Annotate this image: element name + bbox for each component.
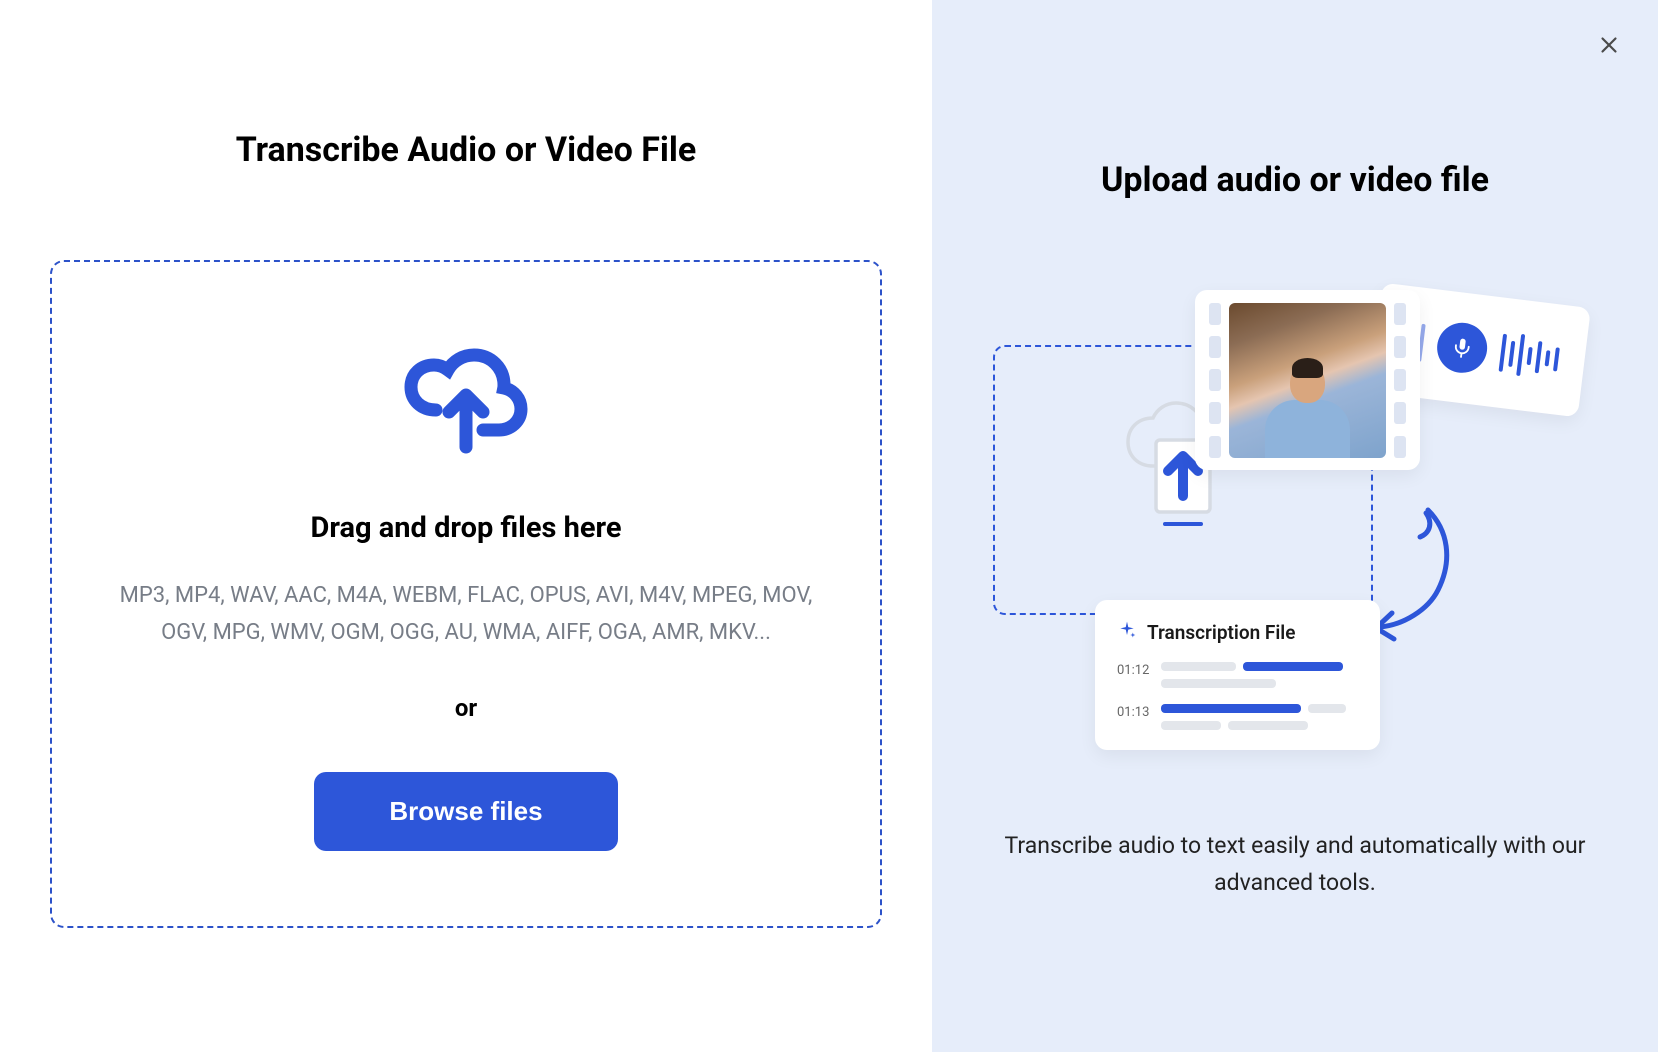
cloud-upload-icon (401, 347, 531, 461)
video-card-illustration (1195, 290, 1420, 470)
browse-files-button[interactable]: Browse files (314, 772, 617, 851)
illustration-area: Transcription File 01:12 01:13 (985, 290, 1605, 770)
left-panel: Transcribe Audio or Video File Drag and … (0, 0, 932, 1052)
page-title: Transcribe Audio or Video File (50, 130, 882, 170)
supported-formats: MP3, MP4, WAV, AAC, M4A, WEBM, FLAC, OPU… (106, 577, 826, 652)
transcription-card-title: Transcription File (1147, 621, 1295, 644)
right-panel-description: Transcribe audio to text easily and auto… (985, 828, 1605, 902)
drop-heading: Drag and drop files here (92, 511, 840, 545)
file-drop-zone[interactable]: Drag and drop files here MP3, MP4, WAV, … (50, 260, 882, 928)
close-icon (1596, 46, 1622, 61)
right-panel: Upload audio or video file (932, 0, 1658, 1052)
curved-arrow-icon (1368, 505, 1463, 654)
transcription-time-1: 01:12 (1117, 662, 1149, 678)
transcription-card-illustration: Transcription File 01:12 01:13 (1095, 600, 1380, 750)
sparkle-icon (1117, 620, 1137, 644)
right-panel-title: Upload audio or video file (972, 160, 1618, 200)
microphone-icon (1434, 320, 1490, 376)
close-button[interactable] (1588, 24, 1630, 69)
transcription-time-2: 01:13 (1117, 704, 1149, 720)
or-separator: or (92, 694, 840, 722)
